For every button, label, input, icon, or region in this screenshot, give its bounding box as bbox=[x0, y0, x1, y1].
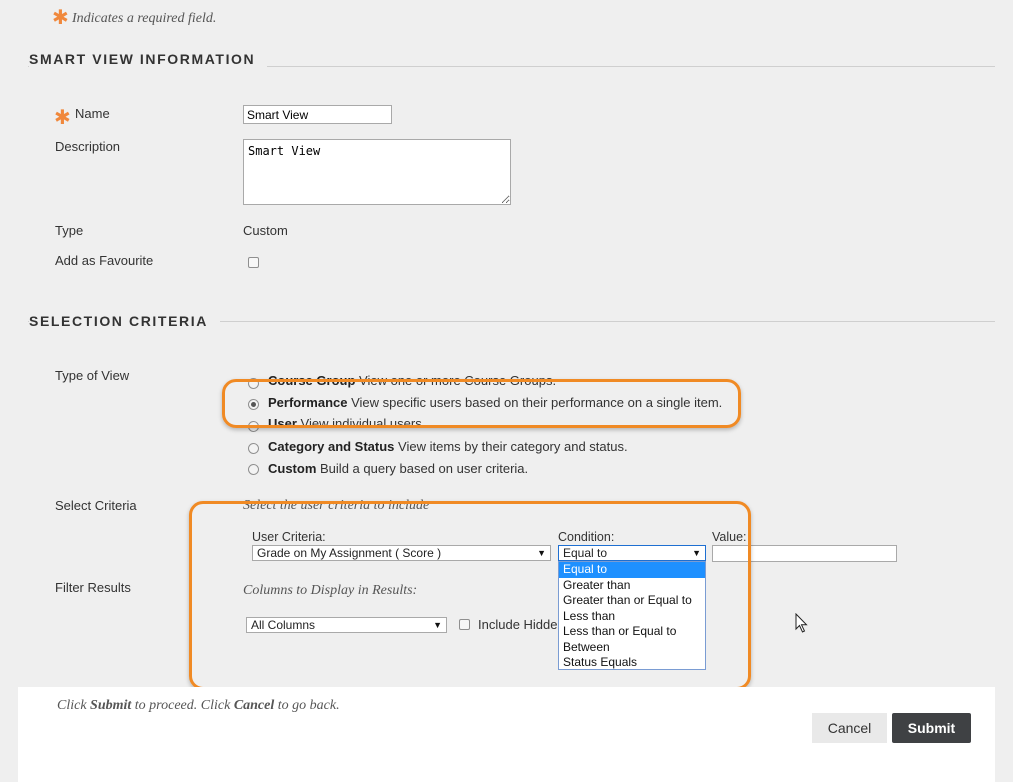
performance-highlight-callout bbox=[222, 379, 741, 428]
select-criteria-label: Select Criteria bbox=[55, 498, 137, 513]
cancel-button[interactable]: Cancel bbox=[812, 713, 887, 743]
required-star-icon: ✱ bbox=[52, 5, 69, 29]
criteria-highlight-callout bbox=[189, 501, 751, 690]
mouse-cursor-icon bbox=[795, 613, 808, 633]
required-note: Indicates a required field. bbox=[72, 11, 217, 26]
favourite-label: Add as Favourite bbox=[55, 253, 154, 268]
name-label: Name bbox=[75, 106, 110, 121]
type-value: Custom bbox=[243, 223, 288, 238]
description-label: Description bbox=[55, 139, 121, 154]
radio-custom[interactable] bbox=[248, 464, 259, 475]
name-input[interactable] bbox=[243, 105, 392, 124]
name-required-star-icon: ✱ bbox=[54, 105, 71, 129]
footer-instructions: Click Submit to proceed. Click Cancel to… bbox=[57, 698, 340, 713]
type-label: Type bbox=[55, 223, 84, 238]
description-textarea[interactable]: Smart View bbox=[243, 139, 511, 205]
submit-button[interactable]: Submit bbox=[892, 713, 971, 743]
view-option-custom: Custom Build a query based on user crite… bbox=[268, 461, 529, 476]
favourite-checkbox[interactable] bbox=[248, 257, 259, 268]
filter-results-label: Filter Results bbox=[55, 580, 131, 595]
section-title-smart-view: SMART VIEW INFORMATION bbox=[29, 51, 268, 67]
type-of-view-label: Type of View bbox=[55, 368, 130, 383]
radio-category-status[interactable] bbox=[248, 443, 259, 454]
section-title-selection-criteria: SELECTION CRITERIA bbox=[29, 313, 220, 329]
view-option-category-status: Category and Status View items by their … bbox=[268, 439, 628, 454]
